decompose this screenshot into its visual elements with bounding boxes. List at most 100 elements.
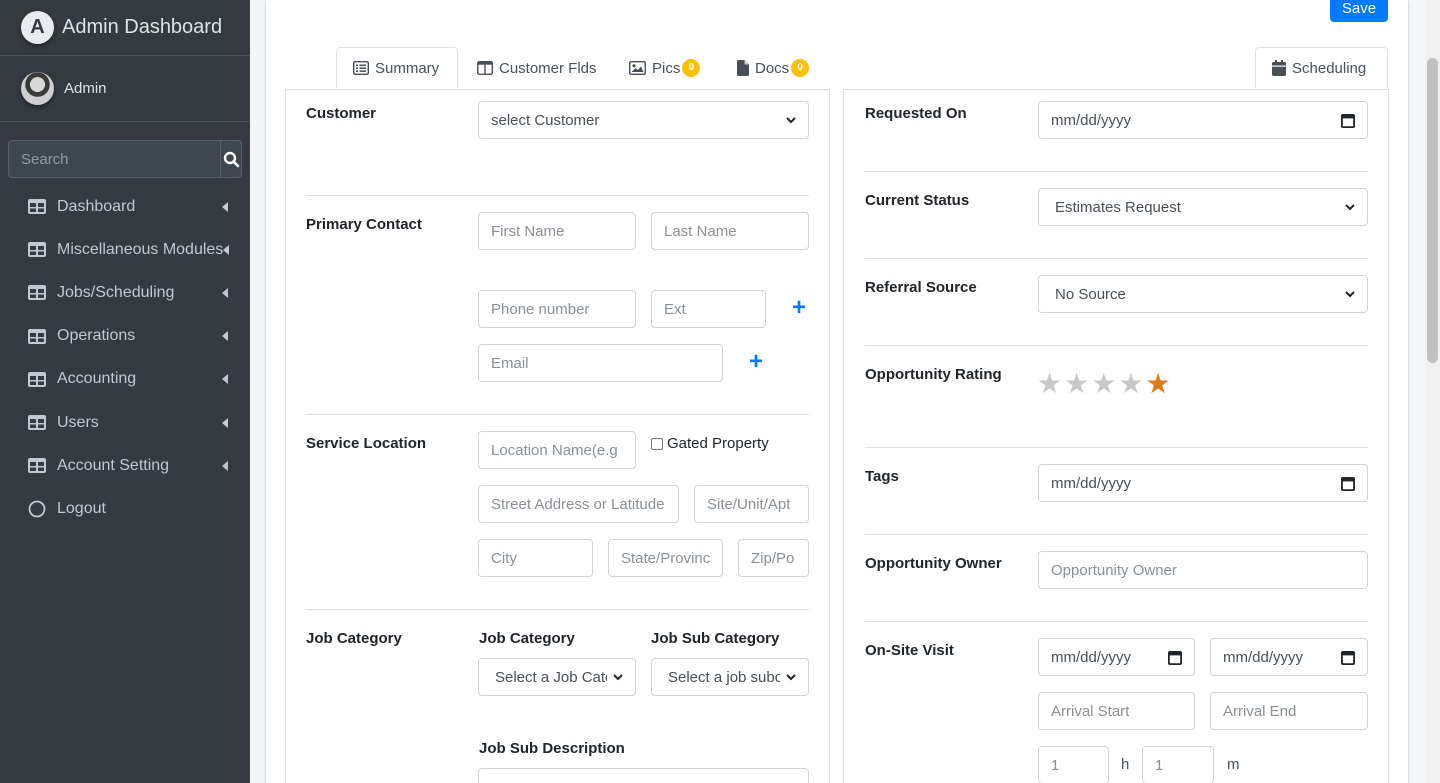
star-icon[interactable]: ★ xyxy=(1145,370,1170,398)
brand[interactable]: A Admin Dashboard xyxy=(0,0,250,56)
chevron-left-icon xyxy=(222,331,228,342)
job-sub-category-select[interactable]: Select a job subc xyxy=(651,658,809,696)
hours-unit-label: h xyxy=(1121,756,1130,773)
ext-field[interactable]: Ext xyxy=(651,290,766,328)
search-button[interactable] xyxy=(220,140,242,178)
chevron-down-icon xyxy=(1345,290,1355,297)
checkbox[interactable] xyxy=(651,437,663,450)
sidebar-search xyxy=(8,140,242,178)
sidebar-item-accounting[interactable]: Accounting xyxy=(8,358,242,401)
chevron-down-icon xyxy=(1345,203,1355,210)
sidebar-item-miscellaneous-modules[interactable]: Miscellaneous Modules xyxy=(8,228,242,271)
calendar-icon[interactable] xyxy=(1341,476,1355,491)
job-sub-description-field[interactable] xyxy=(478,768,809,783)
onsite-start-date[interactable]: mm/dd/yyyy xyxy=(1038,638,1195,676)
sidebar-nav: Dashboard Miscellaneous Modules Jobs/Sch… xyxy=(8,185,242,531)
chevron-down-icon xyxy=(786,673,796,680)
first-name-field[interactable]: First Name xyxy=(478,212,636,250)
divider xyxy=(306,414,809,415)
tab-docs[interactable]: Docs 0 xyxy=(721,47,825,89)
street-address-field[interactable]: Street Address or Latitude xyxy=(478,485,679,523)
tab-label: Pics xyxy=(652,59,681,77)
chevron-left-icon xyxy=(222,417,228,428)
sidebar-item-users[interactable]: Users xyxy=(8,401,242,444)
job-sub-category-label: Job Sub Category xyxy=(651,630,780,647)
tags-date[interactable]: mm/dd/yyyy xyxy=(1038,464,1368,502)
arrival-end-field[interactable]: Arrival End xyxy=(1210,692,1368,730)
sidebar-item-account-setting[interactable]: Account Setting xyxy=(8,444,242,487)
onsite-visit-label: On-Site Visit xyxy=(865,642,954,659)
tab-summary[interactable]: Summary xyxy=(336,47,458,89)
tab-pics[interactable]: Pics 0 xyxy=(613,47,716,89)
search-input[interactable] xyxy=(8,140,220,178)
service-location-label: Service Location xyxy=(306,435,427,452)
sidebar-item-label: Dashboard xyxy=(57,197,136,215)
chevron-left-icon xyxy=(222,460,228,471)
star-icon[interactable]: ★ xyxy=(1064,370,1089,398)
table-icon xyxy=(28,371,46,387)
requested-on-date[interactable]: mm/dd/yyyy xyxy=(1038,101,1368,139)
user-name: Admin xyxy=(64,80,107,97)
job-category-label: Job Category xyxy=(306,630,402,647)
circle-icon xyxy=(28,500,46,518)
sidebar-item-label: Accounting xyxy=(57,370,137,388)
job-category-select[interactable]: Select a Job Cate xyxy=(478,658,636,696)
add-email-button[interactable]: + xyxy=(749,350,763,374)
star-icon[interactable]: ★ xyxy=(1091,370,1116,398)
chevron-left-icon xyxy=(222,287,228,298)
arrival-start-field[interactable]: Arrival Start xyxy=(1038,692,1195,730)
duration-minutes-field[interactable]: 1 xyxy=(1142,746,1214,783)
scrollbar-thumb[interactable] xyxy=(1427,58,1438,363)
tab-customer-flds[interactable]: Customer Flds xyxy=(461,47,613,89)
city-field[interactable]: City xyxy=(478,539,593,577)
list-icon xyxy=(353,61,369,75)
sidebar-item-jobs-scheduling[interactable]: Jobs/Scheduling xyxy=(8,271,242,314)
chevron-left-icon xyxy=(222,374,228,385)
sidebar: A Admin Dashboard Admin Dashboard Miscel… xyxy=(0,0,250,783)
add-phone-button[interactable]: + xyxy=(792,296,806,320)
location-name-field[interactable]: Location Name(e.g l xyxy=(478,431,636,469)
chevron-left-icon xyxy=(222,201,228,212)
table-icon xyxy=(28,199,46,215)
count-badge: 0 xyxy=(791,59,810,77)
zip-field[interactable]: Zip/Po xyxy=(738,539,809,577)
star-rating[interactable]: ★ ★ ★ ★ ★ xyxy=(1037,370,1173,398)
page-scrollbar[interactable] xyxy=(1425,0,1440,783)
calendar-icon[interactable] xyxy=(1341,650,1355,665)
duration-hours-field[interactable]: 1 xyxy=(1038,746,1109,783)
onsite-end-date[interactable]: mm/dd/yyyy xyxy=(1210,638,1368,676)
referral-source-select[interactable]: No Source xyxy=(1038,275,1368,313)
sidebar-item-label: Logout xyxy=(57,499,106,517)
gated-property-checkbox[interactable]: Gated Property xyxy=(651,435,769,452)
opportunity-owner-field[interactable]: Opportunity Owner xyxy=(1038,551,1368,589)
tab-scheduling[interactable]: Scheduling xyxy=(1255,47,1388,89)
divider xyxy=(865,447,1368,448)
divider xyxy=(865,534,1368,535)
star-icon[interactable]: ★ xyxy=(1037,370,1062,398)
current-status-label: Current Status xyxy=(865,192,970,209)
calendar-icon[interactable] xyxy=(1168,650,1182,665)
current-status-select[interactable]: Estimates Request xyxy=(1038,188,1368,226)
email-field[interactable]: Email xyxy=(478,344,723,382)
sidebar-item-operations[interactable]: Operations xyxy=(8,315,242,358)
last-name-field[interactable]: Last Name xyxy=(651,212,809,250)
table-icon xyxy=(28,285,46,301)
star-icon[interactable]: ★ xyxy=(1118,370,1143,398)
sidebar-item-logout[interactable]: Logout xyxy=(8,487,242,530)
save-button[interactable]: Save xyxy=(1330,0,1388,22)
chevron-left-icon xyxy=(223,244,230,255)
table-icon xyxy=(28,328,46,344)
job-category-sublabel: Job Category xyxy=(479,630,575,647)
minutes-unit-label: m xyxy=(1227,756,1240,773)
job-sub-description-label: Job Sub Description xyxy=(479,740,625,757)
opportunity-owner-label: Opportunity Owner xyxy=(865,555,1002,572)
brand-logo-icon: A xyxy=(21,11,54,44)
sidebar-item-dashboard[interactable]: Dashboard xyxy=(8,185,242,228)
user-panel[interactable]: Admin xyxy=(0,56,250,122)
state-field[interactable]: State/Provinc xyxy=(608,539,723,577)
phone-field[interactable]: Phone number xyxy=(478,290,636,328)
file-icon xyxy=(737,60,749,76)
customer-select[interactable]: select Customer xyxy=(478,101,809,139)
calendar-icon[interactable] xyxy=(1341,113,1355,128)
site-unit-field[interactable]: Site/Unit/Apt xyxy=(694,485,809,523)
